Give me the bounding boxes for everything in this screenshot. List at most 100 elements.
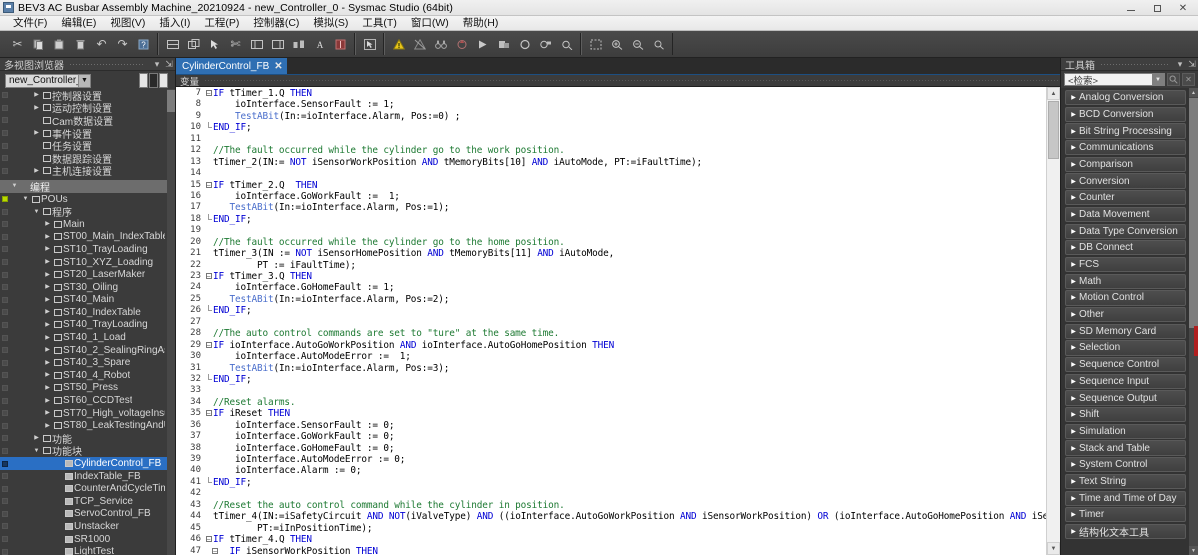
toolbox-item-sequenceoutput[interactable]: ▶ Sequence Output xyxy=(1065,390,1186,406)
tree-item-unstacker[interactable]: Unstacker xyxy=(0,520,175,533)
expand-arrow-icon[interactable]: ▶ xyxy=(43,256,52,268)
expand-arrow-icon[interactable]: ▶ xyxy=(1068,445,1079,452)
zoom-in-icon[interactable] xyxy=(606,34,627,55)
tree-item-st20_lasermaker[interactable]: ▶ ST20_LaserMaker xyxy=(0,268,175,281)
tree-item-[interactable]: ▶ 主机连接设置 xyxy=(0,165,175,178)
toolbox-item-counter[interactable]: ▶ Counter xyxy=(1065,190,1186,206)
stop-icon[interactable] xyxy=(330,34,351,55)
code-line[interactable]: 46– IF tTimer_4.Q THEN xyxy=(176,534,1046,545)
panel-pin-icon[interactable]: ⇲ xyxy=(163,59,175,70)
toolbox-scroll-up[interactable]: ▲ xyxy=(1189,88,1198,97)
variables-section-header[interactable]: 变量 xyxy=(176,75,1060,88)
toolbox-item-simulation[interactable]: ▶ Simulation xyxy=(1065,423,1186,440)
warning-icon[interactable] xyxy=(388,34,409,55)
expand-arrow-icon[interactable]: ▶ xyxy=(1068,528,1079,535)
toolbox-item-datatypeconversion[interactable]: ▶ Data Type Conversion xyxy=(1065,223,1186,239)
menu-item-help[interactable]: 帮助(H) xyxy=(456,16,506,31)
tree-item-st40_trayloading[interactable]: ▶ ST40_TrayLoading xyxy=(0,319,175,332)
toolbox-scroll-down[interactable]: ▼ xyxy=(1189,546,1198,555)
code-lines[interactable]: 7– IF tTimer_1.Q THEN 8 ioInterface.Sensor… xyxy=(176,87,1046,555)
fold-collapse-icon[interactable]: – xyxy=(204,88,213,99)
code-line[interactable]: 35– IF iReset THEN xyxy=(176,408,1046,419)
tree-item-st40_2_sealingringassem[interactable]: ▶ ST40_2_SealingRingAssem xyxy=(0,344,175,357)
help-icon[interactable]: ? xyxy=(133,34,154,55)
code-line[interactable]: 15– IF tTimer_2.Q THEN xyxy=(176,180,1046,191)
tree-item-tcp_service[interactable]: TCP_Service xyxy=(0,495,175,508)
scroll-up-button[interactable]: ▲ xyxy=(1047,87,1060,100)
expand-arrow-icon[interactable]: ▶ xyxy=(1068,111,1079,118)
monitor-icon[interactable] xyxy=(535,34,556,55)
toolbox-item-analogconversion[interactable]: ▶ Analog Conversion xyxy=(1065,90,1186,106)
collapse-arrow-icon[interactable]: ▼ xyxy=(32,445,41,457)
code-editor[interactable]: 7– IF tTimer_1.Q THEN 8 ioInterface.Sensor… xyxy=(176,87,1060,555)
expand-arrow-icon[interactable]: ▶ xyxy=(32,89,41,101)
toolbox-item-timeandtimeofday[interactable]: ▶ Time and Time of Day xyxy=(1065,490,1186,506)
expand-arrow-icon[interactable]: ▶ xyxy=(1068,228,1079,235)
toolbox-item-fcs[interactable]: ▶ FCS xyxy=(1065,256,1186,273)
code-line[interactable]: 12 //The fault occurred while the cylinde… xyxy=(176,145,1046,156)
menu-item-project[interactable]: 工程(P) xyxy=(197,16,246,31)
clear-search-icon[interactable]: ✕ xyxy=(1182,73,1195,86)
expand-arrow-icon[interactable]: ▶ xyxy=(43,344,52,356)
expand-arrow-icon[interactable]: ▶ xyxy=(1068,294,1079,301)
code-line[interactable]: 13 tTimer_2(IN:= NOT iSensorWorkPosition … xyxy=(176,157,1046,168)
code-line[interactable]: 38 ioInterface.GoHomeFault := 0; xyxy=(176,443,1046,454)
delete-icon[interactable] xyxy=(70,34,91,55)
tree-item-st30_oiling[interactable]: ▶ ST30_Oiling xyxy=(0,281,175,294)
expand-arrow-icon[interactable]: ▶ xyxy=(1068,461,1079,468)
expand-arrow-icon[interactable]: ▶ xyxy=(43,269,52,281)
fit-icon[interactable] xyxy=(585,34,606,55)
code-line[interactable]: 21 tTimer_3(IN := NOT iSensorHomePosition… xyxy=(176,248,1046,259)
sync-icon[interactable] xyxy=(451,34,472,55)
code-line[interactable]: 34 //Reset alarms. xyxy=(176,397,1046,408)
toolbox-item-selection[interactable]: ▶ Selection xyxy=(1065,340,1186,356)
tree-item-[interactable]: ▼ 功能块 xyxy=(0,445,175,458)
close-icon[interactable]: ✕ xyxy=(274,61,282,72)
code-line[interactable]: 37 ioInterface.GoWorkFault := 0; xyxy=(176,431,1046,442)
simulate-icon[interactable] xyxy=(556,34,577,55)
code-line[interactable]: 40 ioInterface.Alarm := 0; xyxy=(176,465,1046,476)
tree-item-main[interactable]: ▶ Main xyxy=(0,218,175,231)
code-line[interactable]: 47– IF iSensorWorkPosition THEN xyxy=(176,546,1046,555)
find-icon[interactable]: A xyxy=(309,34,330,55)
tree-item-st00_main_indextable[interactable]: ▶ ST00_Main_IndexTable xyxy=(0,231,175,244)
chevron-down-icon[interactable]: ▼ xyxy=(1152,74,1164,85)
binoculars-icon[interactable] xyxy=(430,34,451,55)
menu-item-window[interactable]: 窗口(W) xyxy=(404,16,456,31)
code-line[interactable]: 14 xyxy=(176,168,1046,179)
controller-combobox[interactable]: new_Controller_0 ▼ xyxy=(5,73,91,88)
expand-arrow-icon[interactable]: ▶ xyxy=(43,218,52,230)
panel-dropdown-icon[interactable]: ▾ xyxy=(151,59,163,70)
menu-item-simulation[interactable]: 模拟(S) xyxy=(306,16,355,31)
code-line[interactable]: 8 ioInterface.SensorFault := 1; xyxy=(176,99,1046,110)
code-line[interactable]: 41 END_IF; xyxy=(176,476,1046,488)
rung-icon[interactable] xyxy=(162,34,183,55)
toolbox-dropdown-icon[interactable]: ▾ xyxy=(1174,59,1186,70)
code-line[interactable]: 16 ioInterface.GoWorkFault := 1; xyxy=(176,191,1046,202)
toolbox-item-datamovement[interactable]: ▶ Data Movement xyxy=(1065,206,1186,223)
expand-arrow-icon[interactable]: ▶ xyxy=(43,407,52,419)
expand-arrow-icon[interactable]: ▶ xyxy=(1068,495,1079,502)
toolbox-item-motioncontrol[interactable]: ▶ Motion Control xyxy=(1065,290,1186,306)
minimize-button[interactable] xyxy=(1118,1,1144,16)
maximize-button[interactable] xyxy=(1144,1,1170,16)
code-line[interactable]: 18 END_IF; xyxy=(176,213,1046,225)
toolbox-item-math[interactable]: ▶ Math xyxy=(1065,273,1186,289)
expand-arrow-icon[interactable]: ▶ xyxy=(43,294,52,306)
expand-arrow-icon[interactable]: ▶ xyxy=(1068,328,1079,335)
tree-item-st40_indextable[interactable]: ▶ ST40_IndexTable xyxy=(0,306,175,319)
expand-arrow-icon[interactable]: ▶ xyxy=(1068,94,1079,101)
fold-collapse-icon[interactable]: – xyxy=(204,534,213,545)
code-line[interactable]: 30 ioInterface.AutoModeError := 1; xyxy=(176,351,1046,362)
undo-icon[interactable]: ↶ xyxy=(91,34,112,55)
copy-icon[interactable] xyxy=(28,34,49,55)
tree-item-cylindercontrol_fb[interactable]: CylinderControl_FB xyxy=(0,457,175,470)
collapse-arrow-icon[interactable]: ▼ xyxy=(10,180,19,192)
tree-item-st10_xyz_loading[interactable]: ▶ ST10_XYZ_Loading xyxy=(0,256,175,269)
expand-arrow-icon[interactable]: ▶ xyxy=(1068,278,1079,285)
code-line[interactable]: 31 TestABit(In:=ioInterface.Alarm, Pos:=… xyxy=(176,363,1046,374)
tree-scrollbar[interactable] xyxy=(167,89,175,555)
paste-icon[interactable] xyxy=(49,34,70,55)
code-line[interactable]: 43 //Reset the auto control command while… xyxy=(176,500,1046,511)
expand-arrow-icon[interactable]: ▶ xyxy=(1068,128,1079,135)
